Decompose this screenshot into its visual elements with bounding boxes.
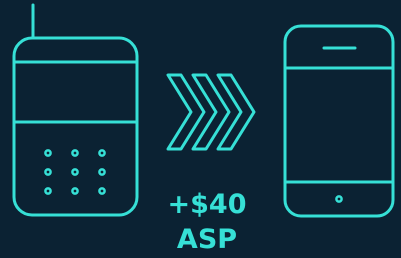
triple-chevron-right-icon [166,73,256,151]
illustration: +$40 ASP [0,0,401,258]
asp-label: ASP [176,224,238,255]
keypad-icon [44,149,106,195]
smartphone-body [283,24,395,218]
smartphone-icon [283,24,395,218]
price-delta-label: +$40 [167,189,247,220]
feature-phone-icon [12,3,139,217]
home-button [335,195,343,203]
